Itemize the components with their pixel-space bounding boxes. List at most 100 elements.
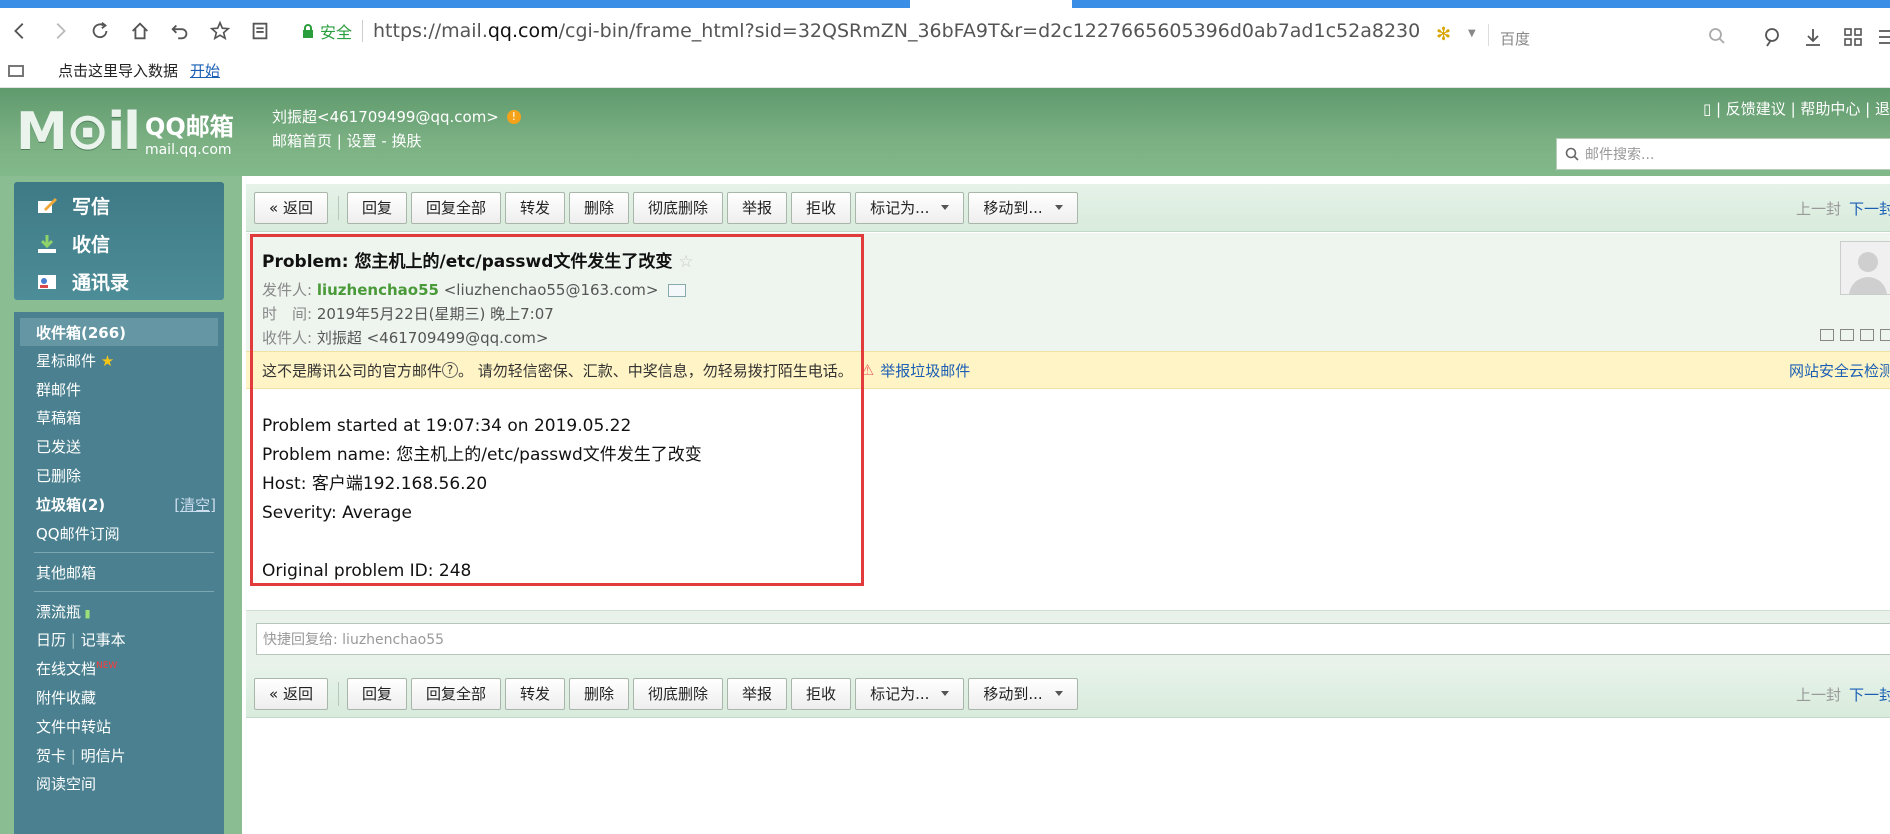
next-mail-link[interactable]: 下一封 [1849, 200, 1890, 218]
reply-all-button[interactable]: 回复全部 [410, 677, 501, 710]
sender-avatar[interactable] [1840, 241, 1890, 295]
back-arrow-icon[interactable] [0, 11, 40, 51]
app-online-docs[interactable]: 在线文档NEW [36, 658, 117, 679]
report-button[interactable]: 举报 [727, 677, 788, 710]
address-bar[interactable]: 安全 https://mail.qq.com/cgi-bin/frame_htm… [300, 12, 1460, 50]
menu-icon[interactable] [1876, 26, 1890, 48]
to-line: 收件人: 刘振超 <461709499@qq.com> [262, 329, 549, 347]
help-question-icon[interactable]: ? [442, 362, 459, 378]
copy-icon[interactable] [1840, 329, 1854, 341]
delete-button[interactable]: 删除 [569, 191, 630, 224]
reject-button[interactable]: 拒收 [791, 191, 852, 224]
chevron-down-icon [941, 205, 950, 210]
forward-arrow-icon[interactable] [40, 11, 80, 51]
top-action-toolbar: « 返回 回复 回复全部 转发 删除 彻底删除 举报 拒收 标记为... 移动到… [246, 184, 1890, 232]
folder-starred[interactable]: 星标邮件 ★ [36, 350, 114, 371]
reload-icon[interactable] [80, 11, 120, 51]
app-cards-postcards[interactable]: 贺卡 | 明信片 [36, 745, 126, 766]
user-account: 刘振超<461709499@qq.com>! [272, 106, 521, 127]
reply-all-button[interactable]: 回复全部 [410, 191, 501, 224]
delete-permanently-button[interactable]: 彻底删除 [633, 677, 724, 710]
bottom-action-toolbar: « 返回 回复 回复全部 转发 删除 彻底删除 举报 拒收 标记为... 移动到… [246, 670, 1890, 718]
download-icon[interactable] [1802, 26, 1824, 48]
move-to-dropdown[interactable]: 移动到... [968, 677, 1078, 710]
forward-button[interactable]: 转发 [504, 677, 565, 710]
header-links[interactable]: 邮箱首页 | 设置 - 换肤 [272, 130, 422, 151]
app-file-transfer[interactable]: 文件中转站 [36, 716, 111, 737]
next-mail-link[interactable]: 下一封 [1849, 686, 1890, 704]
bookmark-star-icon[interactable] [200, 11, 240, 51]
apps-grid-icon[interactable] [1842, 26, 1864, 48]
folder-inbox[interactable]: 收件箱(266) [36, 322, 126, 343]
warning-icon[interactable]: ! [506, 109, 521, 124]
app-reading-space[interactable]: 阅读空间 [36, 773, 96, 794]
cloud-security-check-link[interactable]: 网站安全云检测 [1789, 360, 1890, 381]
quick-actions: 写信 收信 通讯录 [14, 182, 224, 300]
print-icon[interactable] [1880, 329, 1890, 341]
reply-button[interactable]: 回复 [346, 677, 407, 710]
contacts-button[interactable]: 通讯录 [36, 268, 129, 295]
reply-button[interactable]: 回复 [346, 191, 407, 224]
folder-group[interactable]: 群邮件 [36, 379, 81, 400]
search-icon[interactable] [1708, 27, 1726, 45]
save-icon[interactable] [1860, 329, 1874, 341]
reader-icon[interactable] [240, 11, 280, 51]
undo-icon[interactable] [160, 11, 200, 51]
sender-name[interactable]: liuzhenchao55 [317, 281, 439, 299]
feedback-help-links[interactable]: ▯ | 反馈建议 | 帮助中心 | 退 [1703, 98, 1890, 119]
reject-button[interactable]: 拒收 [791, 677, 852, 710]
move-to-dropdown[interactable]: 移动到... [968, 191, 1078, 224]
app-bottle[interactable]: 漂流瓶 ▮ [36, 601, 91, 622]
import-start-link[interactable]: 开始 [190, 60, 220, 81]
new-window-icon[interactable] [1820, 329, 1834, 341]
folder-drafts[interactable]: 草稿箱 [36, 407, 81, 428]
view-options [1814, 329, 1890, 341]
qq-mail-logo[interactable]: M⊙il QQ邮箱 mail.qq.com [16, 102, 234, 162]
mark-as-dropdown[interactable]: 标记为... [855, 677, 965, 710]
forward-button[interactable]: 转发 [504, 191, 565, 224]
extension-caret-icon[interactable]: ▼ [1468, 28, 1476, 39]
search-icon [1565, 147, 1579, 161]
user-search-icon[interactable] [1762, 26, 1784, 48]
mail-search-input[interactable]: 邮件搜索... [1556, 138, 1890, 170]
browser-toolbar: 安全 https://mail.qq.com/cgi-bin/frame_htm… [0, 8, 1890, 54]
folder-sent[interactable]: 已发送 [36, 436, 81, 457]
extension-bee-icon[interactable]: ✻ [1436, 24, 1451, 45]
left-sidebar: 写信 收信 通讯录 收件箱(266) 星标邮件 ★ 群邮件 草稿箱 已发送 已删… [0, 176, 238, 834]
chevron-down-icon [941, 691, 950, 696]
folder-subscriptions[interactable]: QQ邮件订阅 [36, 523, 120, 544]
star-outline-icon[interactable]: ☆ [678, 252, 693, 272]
folder-deleted[interactable]: 已删除 [36, 465, 81, 486]
chevron-down-icon [1054, 205, 1063, 210]
home-icon[interactable] [120, 11, 160, 51]
chevron-down-icon [1054, 691, 1063, 696]
lock-icon [303, 24, 313, 38]
contact-card-icon[interactable] [668, 284, 687, 297]
url-text[interactable]: https://mail.qq.com/cgi-bin/frame_html?s… [373, 20, 1420, 42]
app-calendar-notes[interactable]: 日历 | 记事本 [36, 629, 126, 650]
empty-area [246, 720, 1890, 834]
quick-reply-input[interactable]: 快捷回复给: liuzhenchao55 [256, 623, 1890, 655]
report-button[interactable]: 举报 [727, 191, 788, 224]
folder-other[interactable]: 其他邮箱 [36, 562, 96, 583]
prev-mail-link[interactable]: 上一封 [1796, 686, 1841, 704]
delete-permanently-button[interactable]: 彻底删除 [633, 191, 724, 224]
delete-button[interactable]: 删除 [569, 677, 630, 710]
mark-as-dropdown[interactable]: 标记为... [855, 191, 965, 224]
back-button[interactable]: « 返回 [254, 191, 328, 224]
mail-reader: « 返回 回复 回复全部 转发 删除 彻底删除 举报 拒收 标记为... 移动到… [238, 176, 1890, 834]
browser-search-box[interactable]: 百度 [1500, 28, 1530, 49]
phone-icon[interactable]: ▯ [1703, 100, 1716, 118]
folder-spam[interactable]: 垃圾箱(2) [36, 494, 105, 515]
report-spam-link[interactable]: 举报垃圾邮件 [880, 360, 970, 381]
prev-mail-link[interactable]: 上一封 [1796, 200, 1841, 218]
clear-spam-link[interactable]: [清空] [174, 494, 216, 515]
compose-button[interactable]: 写信 [36, 192, 110, 219]
sidebar-toggle-icon[interactable] [8, 64, 24, 77]
app-attachments[interactable]: 附件收藏 [36, 687, 96, 708]
bookmark-bar: 点击这里导入数据 开始 [0, 54, 1890, 88]
mail-header: M⊙il QQ邮箱 mail.qq.com 刘振超<461709499@qq.c… [0, 88, 1890, 176]
check-mail-button[interactable]: 收信 [36, 230, 110, 257]
back-button[interactable]: « 返回 [254, 677, 328, 710]
report-flag-icon: ⚠ [860, 361, 875, 379]
